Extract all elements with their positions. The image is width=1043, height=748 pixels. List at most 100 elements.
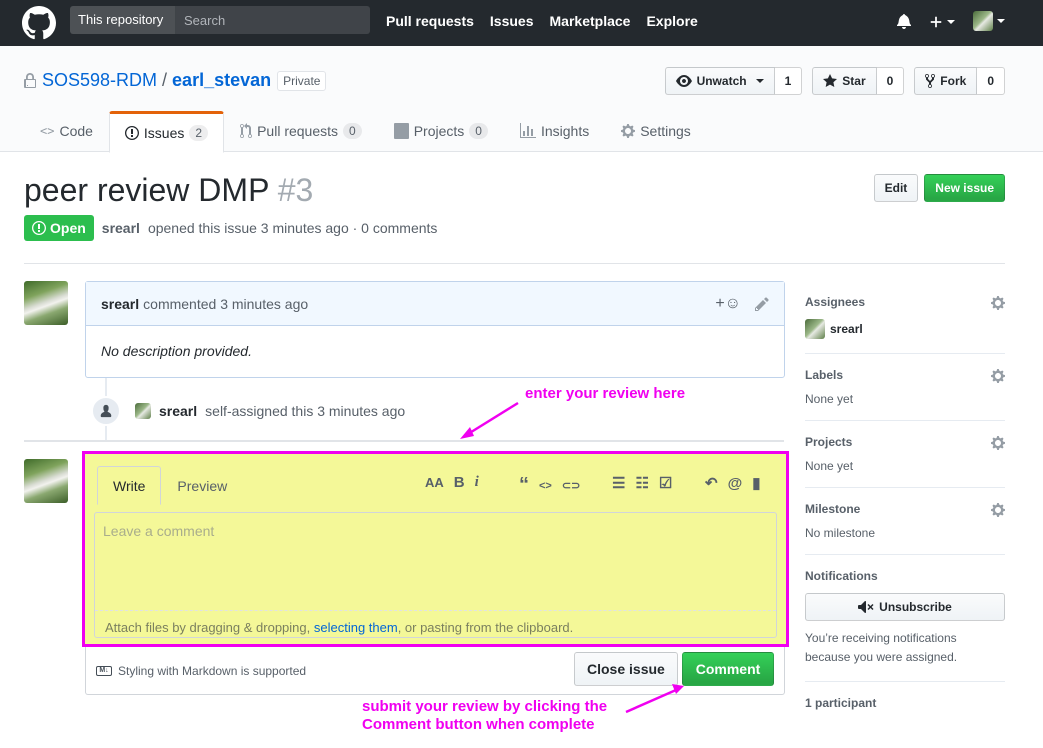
mention-icon[interactable]: @ <box>728 475 743 492</box>
github-logo-icon[interactable] <box>22 6 56 40</box>
issues-counter: 2 <box>189 125 209 141</box>
labels-value: None yet <box>805 392 854 406</box>
comment-button[interactable]: Comment <box>682 652 774 686</box>
edit-button[interactable]: Edit <box>873 174 919 202</box>
user-menu-dropdown[interactable] <box>973 11 1005 31</box>
unsubscribe-button[interactable]: Unsubscribe <box>805 593 1005 621</box>
gear-icon[interactable] <box>991 435 1005 451</box>
private-badge: Private <box>277 70 327 91</box>
create-new-dropdown[interactable] <box>929 13 955 29</box>
header-text-icon[interactable]: AA <box>425 475 444 490</box>
sidebar-participants: 1 participant <box>805 682 1005 724</box>
pencil-icon[interactable] <box>755 296 769 312</box>
event-author-link[interactable]: srearl <box>159 403 197 419</box>
repo-header: SOS598-RDM / earl_stevan Private Unwatch… <box>0 46 1043 153</box>
comment-write-area: Attach files by dragging & dropping, sel… <box>94 512 777 638</box>
issue-author-link[interactable]: srearl <box>102 220 140 236</box>
tasklist-icon[interactable]: ☑ <box>659 474 672 492</box>
watch-count[interactable]: 1 <box>774 67 803 95</box>
tab-preview[interactable]: Preview <box>161 466 243 505</box>
gear-icon[interactable] <box>991 368 1005 384</box>
avatar[interactable] <box>24 281 68 325</box>
issue-opened-icon <box>32 221 46 235</box>
comment-author-link[interactable]: srearl <box>101 296 139 312</box>
link-icon[interactable]: ⊂⊃ <box>562 479 580 492</box>
markdown-toolbar-blocks: “ <> ⊂⊃ <box>519 474 580 497</box>
tab-issues[interactable]: Issues 2 <box>108 111 225 153</box>
milestone-heading[interactable]: Milestone <box>805 502 1005 516</box>
quote-icon[interactable]: “ <box>519 474 529 497</box>
plus-icon <box>930 16 942 28</box>
issue-meta-text: opened this issue 3 minutes ago · 0 comm… <box>147 220 438 236</box>
sidebar-projects: Projects None yet <box>805 421 1005 488</box>
tab-pull-requests[interactable]: Pull requests 0 <box>224 111 378 151</box>
gear-icon[interactable] <box>991 502 1005 518</box>
form-actions: M↓ Styling with Markdown is supported Cl… <box>85 647 785 695</box>
repo-owner-link[interactable]: SOS598-RDM <box>42 70 157 91</box>
tab-label: Settings <box>640 123 691 139</box>
markdown-note-text[interactable]: Styling with Markdown is supported <box>118 664 306 678</box>
gear-icon <box>621 124 636 138</box>
assignee-name: srearl <box>830 322 863 336</box>
tab-label: Insights <box>540 123 590 139</box>
tab-projects[interactable]: Projects 0 <box>378 111 504 151</box>
comment-textarea[interactable] <box>95 513 776 611</box>
notification-reason: You’re receiving notifications because y… <box>805 631 958 664</box>
list-ordered-icon[interactable]: ☷ <box>635 474 648 492</box>
italic-icon[interactable]: i <box>475 474 479 491</box>
sidebar-milestone: Milestone No milestone <box>805 488 1005 555</box>
gear-icon[interactable] <box>991 295 1005 311</box>
list-unordered-icon[interactable]: ☰ <box>612 474 625 492</box>
chevron-down-icon <box>755 79 764 83</box>
nav-explore[interactable]: Explore <box>646 13 697 29</box>
add-reaction-icon[interactable]: +☺ <box>715 295 741 313</box>
select-files-link[interactable]: selecting them <box>314 620 398 635</box>
avatar <box>805 319 825 339</box>
nav-issues[interactable]: Issues <box>490 13 534 29</box>
markdown-toolbar-misc: ↶ @ ▮ <box>705 474 760 493</box>
nav-pull-requests[interactable]: Pull requests <box>386 13 474 29</box>
chevron-down-icon <box>997 19 1005 23</box>
avatar[interactable] <box>135 403 151 419</box>
search-scope-label: This repository <box>70 6 176 34</box>
project-icon <box>393 123 409 139</box>
eye-icon <box>675 75 692 87</box>
comment-body: No description provided. <box>101 343 252 359</box>
mute-icon <box>858 601 874 613</box>
star-button[interactable]: Star <box>812 67 877 95</box>
close-issue-button[interactable]: Close issue <box>574 652 678 686</box>
fork-icon <box>925 73 936 89</box>
tab-code[interactable]: <> Code <box>24 111 109 151</box>
reply-icon[interactable]: ↶ <box>705 474 718 492</box>
fork-button[interactable]: Fork <box>914 67 978 95</box>
bookmark-icon[interactable]: ▮ <box>752 474 760 492</box>
tab-label: Code <box>59 123 93 139</box>
tab-insights[interactable]: Insights <box>504 111 605 151</box>
labels-heading[interactable]: Labels <box>805 368 1005 382</box>
bold-icon[interactable]: B <box>454 474 465 491</box>
timeline-event: srearl self-assigned this 3 minutes ago <box>91 396 405 426</box>
nav-marketplace[interactable]: Marketplace <box>550 13 631 29</box>
lock-icon <box>24 72 36 88</box>
tab-write[interactable]: Write <box>97 466 162 505</box>
new-issue-button[interactable]: New issue <box>924 174 1005 202</box>
attach-hint: Attach files by dragging & dropping, sel… <box>95 614 776 641</box>
chevron-down-icon <box>947 20 955 25</box>
assignee[interactable]: srearl <box>805 319 1005 339</box>
code-icon[interactable]: <> <box>539 480 552 492</box>
state-label: Open <box>50 220 86 236</box>
bell-icon[interactable] <box>897 13 911 29</box>
tab-settings[interactable]: Settings <box>605 111 707 151</box>
star-count[interactable]: 0 <box>876 67 905 95</box>
search-input[interactable] <box>176 6 370 34</box>
unwatch-button[interactable]: Unwatch <box>664 67 775 95</box>
participants-heading: 1 participant <box>805 696 877 710</box>
fork-count[interactable]: 0 <box>977 67 1005 95</box>
sidebar-assignees: Assignees srearl <box>805 281 1005 354</box>
projects-heading[interactable]: Projects <box>805 435 1005 449</box>
avatar[interactable] <box>24 459 68 503</box>
comment-time[interactable]: commented 3 minutes ago <box>143 296 308 312</box>
assignees-heading[interactable]: Assignees <box>805 295 1005 309</box>
new-comment-form: Write Preview AA B i “ <> ⊂⊃ ☰ ☷ ☑ ↶ @ ▮… <box>82 451 789 647</box>
repo-name-link[interactable]: earl_stevan <box>172 70 271 91</box>
